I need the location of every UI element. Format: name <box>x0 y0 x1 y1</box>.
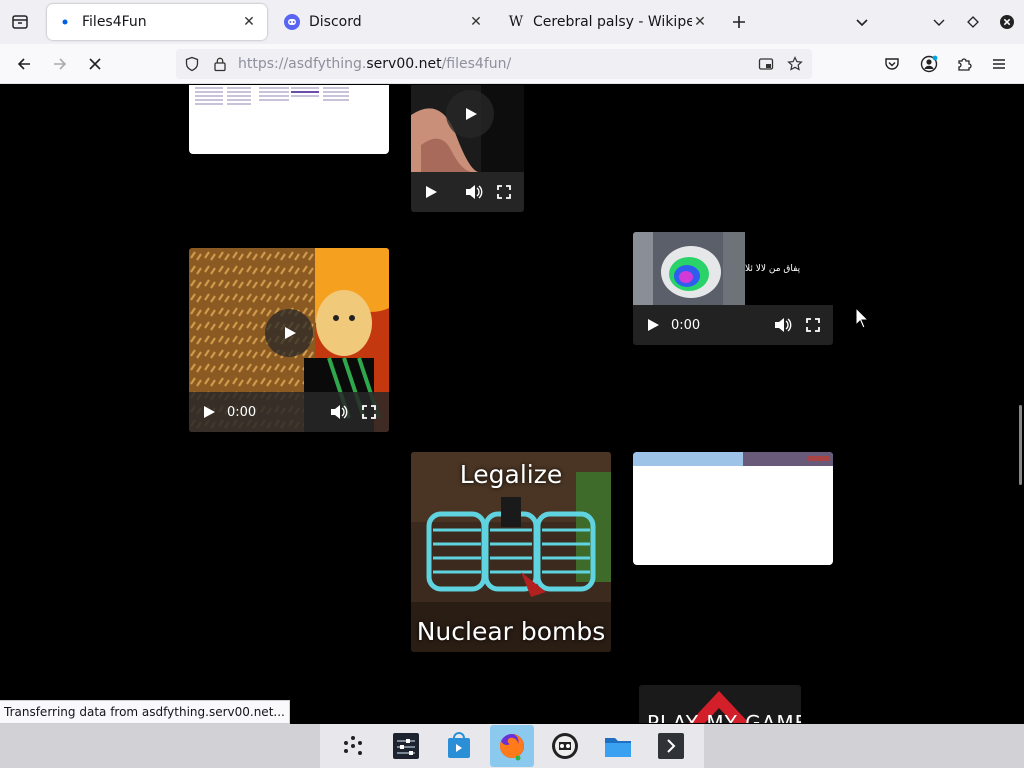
video-thumbnail <box>633 232 745 305</box>
video-controls: 0:00 <box>633 305 833 345</box>
close-tab-icon[interactable]: ✕ <box>241 14 257 30</box>
spreadsheet-thumbnail <box>195 87 349 105</box>
maximize-button[interactable] <box>959 8 987 36</box>
firefox-button[interactable] <box>489 725 534 767</box>
mixer-icon <box>392 733 419 759</box>
play-icon <box>285 327 296 339</box>
media-icon <box>552 733 579 759</box>
video-time: 0:00 <box>227 404 257 420</box>
puzzle-icon <box>958 58 972 71</box>
account-button[interactable] <box>915 50 943 78</box>
account-icon <box>920 55 938 73</box>
app-launcher-button[interactable] <box>331 725 375 767</box>
tab-title: Cerebral palsy - Wikipedia <box>533 14 692 30</box>
volume-icon[interactable] <box>773 315 793 335</box>
fullscreen-icon[interactable] <box>803 315 823 335</box>
image-card[interactable] <box>633 452 833 565</box>
extensions-button[interactable] <box>950 50 978 78</box>
play-icon[interactable] <box>643 315 663 335</box>
hamburger-menu-icon <box>993 59 1005 69</box>
forward-arrow-icon <box>54 58 67 70</box>
image-card[interactable] <box>189 85 389 154</box>
fullscreen-icon[interactable] <box>359 402 379 422</box>
app-launcher-icon <box>343 736 362 755</box>
play-icon[interactable] <box>199 402 219 422</box>
tab-title: Files4Fun <box>82 14 147 30</box>
video-player[interactable]: پفاق من لالا ئلا 0:00 <box>633 232 833 345</box>
files-icon <box>605 738 632 757</box>
big-play-button[interactable] <box>446 90 494 138</box>
tab-manager-button[interactable] <box>6 8 34 36</box>
screenshot-thumbnail <box>633 452 833 466</box>
play-icon[interactable] <box>421 182 441 202</box>
volume-icon[interactable] <box>329 402 349 422</box>
banner-text: PLAY MY GAME <box>647 711 801 723</box>
meme-top-text: Legalize <box>459 460 563 489</box>
chevron-down-icon <box>856 19 868 27</box>
stop-x-icon <box>89 58 101 70</box>
firefox-icon <box>499 734 524 761</box>
close-window-button[interactable] <box>993 8 1021 36</box>
tab-title: Discord <box>309 14 362 30</box>
close-tab-icon[interactable]: ✕ <box>468 14 484 30</box>
dock <box>320 724 704 768</box>
new-tab-button[interactable] <box>725 8 753 36</box>
back-button[interactable] <box>10 50 38 78</box>
bookmark-star-icon[interactable] <box>787 56 803 72</box>
plus-icon <box>733 16 745 28</box>
tab-manager-icon <box>12 15 28 29</box>
store-icon <box>447 732 470 758</box>
terminal-button[interactable] <box>649 725 693 767</box>
navigation-toolbar: https://asdfything.serv00.net/files4fun/ <box>0 44 1024 84</box>
pocket-button[interactable] <box>878 50 906 78</box>
tab-wikipedia[interactable]: W Cerebral palsy - Wikipedia ✕ <box>498 4 718 40</box>
video-player[interactable] <box>411 85 524 212</box>
tracking-shield-icon[interactable] <box>184 56 200 72</box>
game-banner[interactable]: PLAY MY GAME <box>639 685 801 723</box>
media-player-button[interactable] <box>543 725 587 767</box>
diamond-icon <box>967 16 979 28</box>
meme-image[interactable]: Legalize Nuclear bombs <box>411 452 611 652</box>
video-controls: 0:00 <box>189 392 389 432</box>
tab-files4fun[interactable]: Files4Fun ✕ <box>47 4 267 40</box>
terminal-icon <box>658 733 685 759</box>
taskbar <box>0 724 1024 768</box>
blue-dot-icon <box>57 14 73 30</box>
url-bar[interactable]: https://asdfything.serv00.net/files4fun/ <box>176 49 812 79</box>
video-time: 0:00 <box>671 317 701 333</box>
close-circle-icon <box>1000 15 1014 29</box>
app-menu-button[interactable] <box>985 50 1013 78</box>
close-tab-icon[interactable]: ✕ <box>692 14 708 30</box>
play-icon <box>466 108 477 120</box>
video-controls <box>411 172 524 212</box>
url-text[interactable]: https://asdfything.serv00.net/files4fun/ <box>238 56 511 72</box>
back-arrow-icon <box>17 58 30 70</box>
page-content: 0:00 پفاق من لالا ئلا 0:00 Legalize Nucl… <box>0 85 1024 723</box>
tab-discord[interactable]: Discord ✕ <box>274 4 494 40</box>
chevron-down-icon <box>933 19 945 26</box>
fullscreen-icon[interactable] <box>494 182 514 202</box>
stop-loading-button[interactable] <box>81 50 109 78</box>
tab-strip: Files4Fun ✕ Discord ✕ W Cerebral palsy -… <box>0 0 1024 44</box>
pocket-icon <box>885 58 899 70</box>
forward-button[interactable] <box>46 50 74 78</box>
mixer-button[interactable] <box>384 725 428 767</box>
volume-icon[interactable] <box>464 182 484 202</box>
big-play-button[interactable] <box>265 309 313 357</box>
meme-bottom-text: Nuclear bombs <box>416 617 606 646</box>
files-button[interactable] <box>596 725 640 767</box>
discord-icon <box>284 14 300 30</box>
scrollbar-thumb[interactable] <box>1019 405 1022 485</box>
mouse-cursor-icon <box>855 307 869 329</box>
minimize-button[interactable] <box>925 8 953 36</box>
video-player[interactable]: 0:00 <box>189 248 389 432</box>
status-bar: Transferring data from asdfything.serv00… <box>0 700 290 724</box>
wikipedia-w-icon: W <box>508 14 524 30</box>
store-button[interactable] <box>437 725 481 767</box>
picture-in-picture-icon[interactable] <box>758 56 774 72</box>
video-caption: پفاق من لالا ئلا <box>745 264 801 274</box>
list-all-tabs-button[interactable] <box>848 8 876 36</box>
lock-icon[interactable] <box>212 56 228 72</box>
